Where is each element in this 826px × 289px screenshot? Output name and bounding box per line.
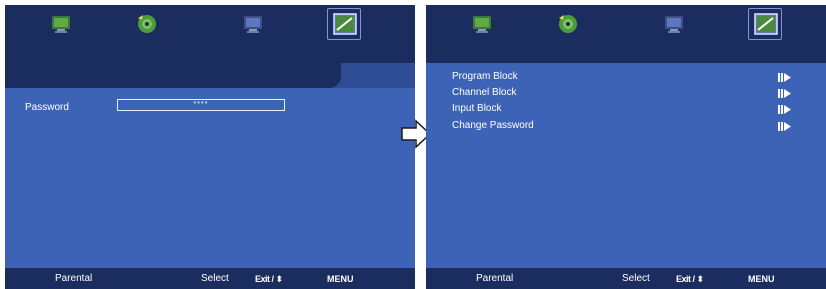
password-content: Password ****	[5, 88, 415, 268]
menu-item-input-block[interactable]: Input Block	[452, 103, 501, 115]
password-screen: Password **** Parental Select Exit / ⬍ M…	[5, 5, 415, 289]
password-input[interactable]: ****	[117, 99, 285, 111]
status-exit-hint: Exit / ⬍	[255, 274, 283, 284]
password-label: Password	[25, 102, 69, 113]
picture-tv-icon[interactable]	[468, 11, 496, 37]
submenu-arrow-icon[interactable]	[778, 89, 792, 98]
parental-menu-list: Program Block Channel Block Input Block …	[426, 63, 826, 268]
submenu-arrow-icon[interactable]	[778, 105, 792, 114]
status-bar: Parental Select Exit / ⬍ MENU	[5, 268, 415, 289]
menu-item-label: Change Password	[452, 120, 534, 131]
menu-item-label: Input Block	[452, 103, 502, 114]
status-exit-hint: Exit / ⬍	[676, 274, 704, 284]
status-title: Parental	[55, 273, 93, 284]
menu-item-program-block[interactable]: Program Block	[452, 71, 518, 83]
submenu-arrow-icon[interactable]	[778, 73, 792, 82]
parental-lock-icon[interactable]	[331, 11, 359, 37]
status-select-hint: Select	[201, 273, 229, 284]
status-menu-hint: MENU	[748, 274, 775, 284]
menu-item-label: Channel Block	[452, 87, 517, 98]
sound-disc-icon[interactable]	[554, 11, 582, 37]
menu-item-change-password[interactable]: Change Password	[452, 120, 534, 132]
menu-tab-bar	[426, 5, 826, 44]
submenu-arrow-icon[interactable]	[778, 122, 792, 131]
parental-lock-icon[interactable]	[752, 11, 780, 37]
status-bar: Parental Select Exit / ⬍ MENU	[426, 268, 826, 289]
picture-tv-icon[interactable]	[47, 11, 75, 37]
status-menu-hint: MENU	[327, 274, 354, 284]
status-select-hint: Select	[622, 273, 650, 284]
tv-setup-icon[interactable]	[239, 11, 267, 37]
menu-item-label: Program Block	[452, 71, 518, 82]
sound-disc-icon[interactable]	[133, 11, 161, 37]
tv-setup-icon[interactable]	[660, 11, 688, 37]
parental-menu-screen: Program Block Channel Block Input Block …	[426, 5, 826, 289]
header-band	[5, 44, 415, 88]
menu-item-channel-block[interactable]: Channel Block	[452, 87, 516, 99]
menu-tab-bar	[5, 5, 415, 44]
status-title: Parental	[476, 273, 514, 284]
